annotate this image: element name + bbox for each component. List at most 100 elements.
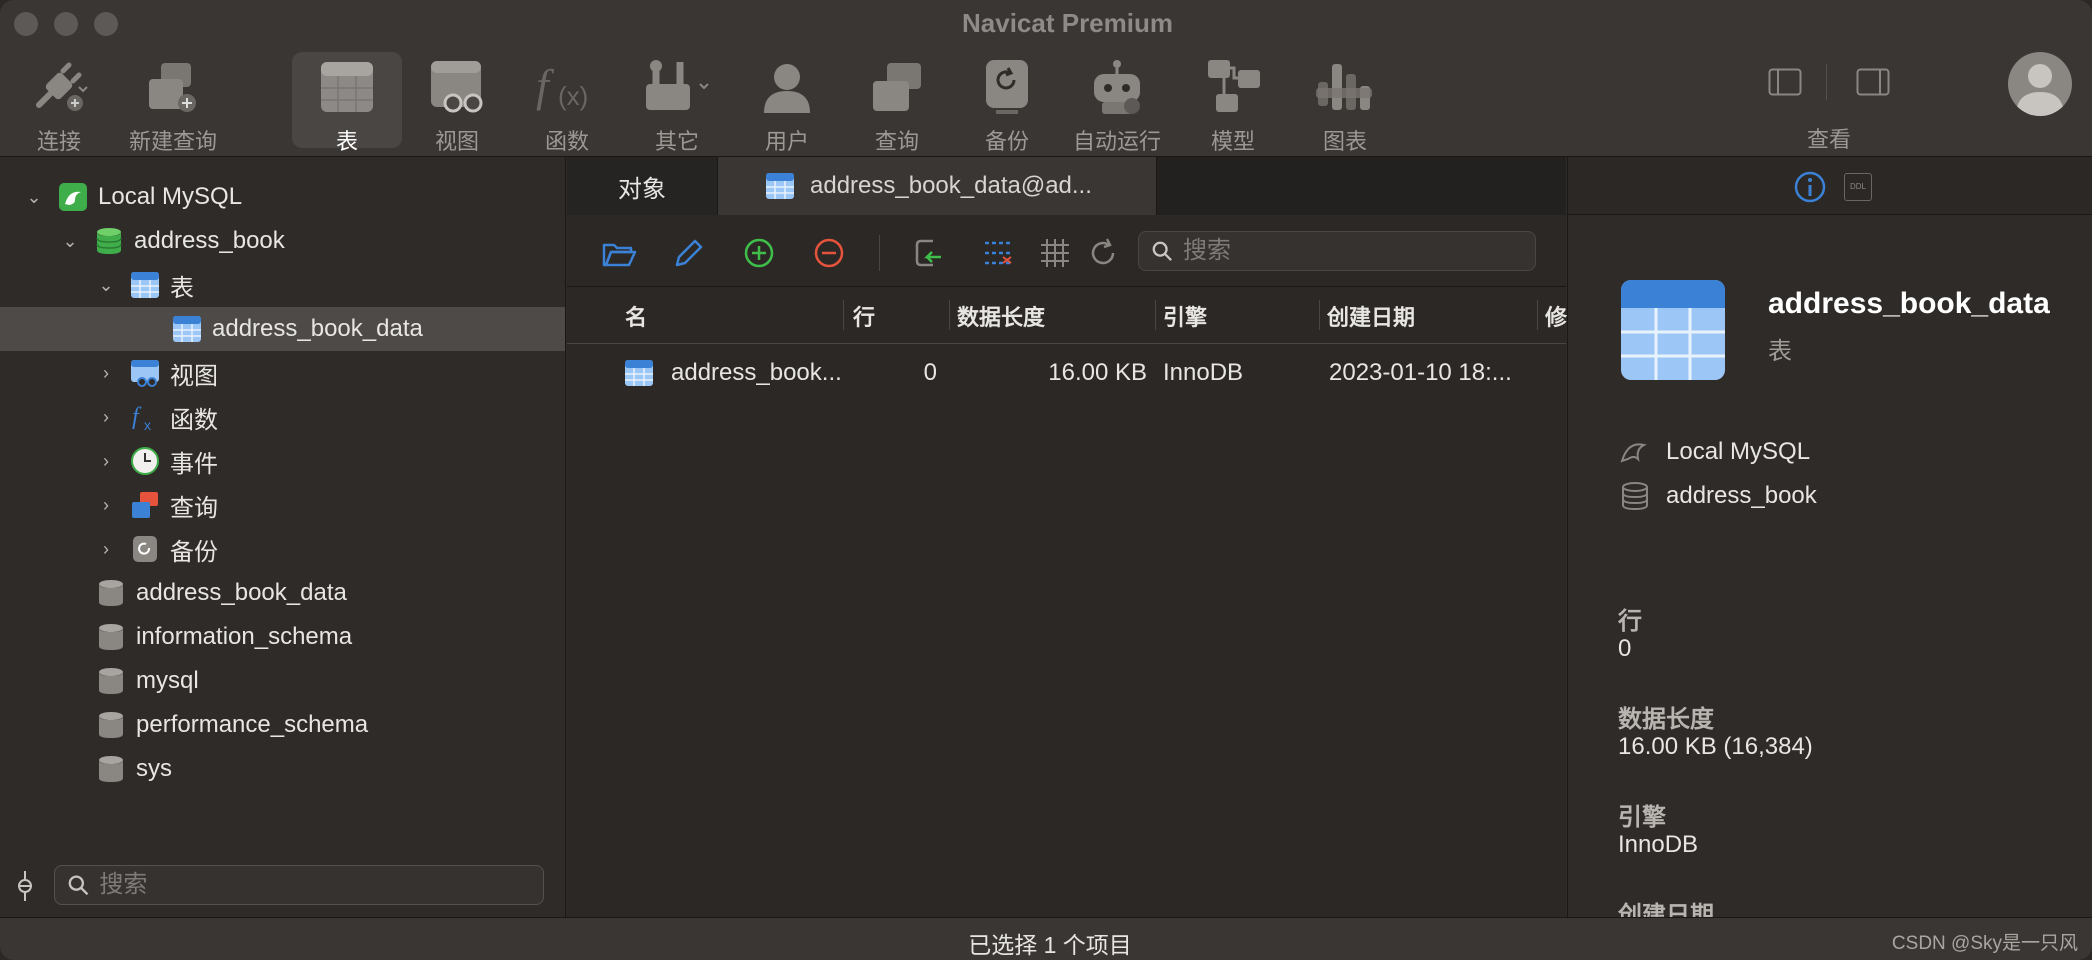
navicat-window: Navicat Premium 连接 新建查询 表 视图 f (x) 函数 其它… — [0, 0, 2092, 960]
info-rows-value: 0 — [1618, 635, 1632, 662]
info-icon[interactable] — [1794, 171, 1826, 203]
chevron-down-icon[interactable]: ⌄ — [96, 275, 116, 295]
column-separator[interactable] — [1319, 300, 1320, 330]
automation-button[interactable]: 自动运行 — [1062, 52, 1172, 156]
model-button[interactable]: 模型 — [1178, 52, 1288, 156]
query-icon — [873, 63, 921, 111]
remove-icon[interactable] — [811, 235, 847, 271]
tree-database-item[interactable]: address_book_data — [96, 571, 347, 615]
column-separator[interactable] — [949, 300, 950, 330]
table-label: 表 — [335, 129, 358, 154]
table-row[interactable]: address_book... 0 16.00 KB InnoDB 2023-0… — [567, 345, 1566, 401]
column-header-rows[interactable]: 行 — [853, 288, 875, 344]
chevron-right-icon[interactable]: › — [96, 539, 116, 559]
tree-database-label: mysql — [136, 667, 199, 694]
tab-objects[interactable]: 对象 — [567, 157, 717, 215]
toggle-right-panel-button[interactable] — [1856, 68, 1890, 101]
new-query-label: 新建查询 — [128, 129, 217, 154]
backup-button[interactable]: 备份 — [952, 52, 1062, 156]
search-icon — [68, 875, 89, 896]
robot-icon — [1094, 60, 1140, 114]
sidebar-search-input[interactable] — [99, 871, 543, 899]
mysql-dolphin-icon — [1620, 443, 1647, 463]
tree-database-item[interactable]: mysql — [96, 659, 199, 703]
object-search-field[interactable] — [1138, 231, 1536, 271]
model-label: 模型 — [1210, 129, 1255, 154]
view-label: 视图 — [434, 129, 479, 154]
backup-icon — [986, 60, 1028, 114]
tree-group-label: 备份 — [170, 538, 218, 566]
tree-group-label: 查询 — [170, 494, 218, 522]
backup-label: 备份 — [984, 129, 1029, 154]
chevron-right-icon[interactable]: › — [96, 451, 116, 471]
column-header-created[interactable]: 创建日期 — [1327, 288, 1415, 344]
database-icon — [99, 712, 123, 738]
column-separator[interactable] — [1155, 300, 1156, 330]
chart-button[interactable]: 图表 — [1290, 52, 1400, 156]
tree-events-group[interactable]: › 事件 — [96, 439, 218, 483]
tree-views-group[interactable]: › 视图 — [96, 351, 218, 395]
query-button[interactable]: 查询 — [842, 52, 952, 156]
filter-icon[interactable] — [14, 869, 36, 903]
chevron-down-icon[interactable]: ⌄ — [60, 231, 80, 251]
info-engine-value: InnoDB — [1618, 831, 1699, 858]
connection-button[interactable]: 连接 — [4, 52, 114, 156]
tree-group-label: 视图 — [170, 362, 218, 390]
tab-table[interactable]: address_book_data@ad... — [717, 157, 1157, 215]
object-search-input[interactable] — [1183, 237, 1535, 265]
other-button[interactable]: 其它 — [622, 52, 732, 156]
automation-label: 自动运行 — [1072, 129, 1161, 154]
column-separator[interactable] — [843, 300, 844, 330]
tree-database[interactable]: ⌄ address_book — [60, 219, 285, 263]
chevron-down-icon[interactable]: ⌄ — [24, 187, 44, 207]
tree-tables-group[interactable]: ⌄ 表 — [96, 263, 194, 307]
tree-database-label: information_schema — [136, 623, 353, 650]
chevron-right-icon[interactable]: › — [96, 407, 116, 427]
tree-tables-label: 表 — [170, 274, 194, 302]
chevron-right-icon[interactable]: › — [96, 363, 116, 383]
column-header-data-length[interactable]: 数据长度 — [957, 288, 1045, 344]
column-header-name[interactable]: 名 — [625, 288, 647, 344]
table-button[interactable]: 表 — [292, 52, 402, 154]
user-button[interactable]: 用户 — [732, 52, 842, 156]
column-separator[interactable] — [1537, 300, 1538, 330]
edit-pencil-icon[interactable] — [671, 235, 707, 271]
view-divider — [1826, 64, 1827, 100]
tree-functions-group[interactable]: › fx 函数 — [96, 395, 218, 439]
tree-table-item[interactable]: address_book_data — [0, 307, 565, 351]
avatar[interactable] — [2008, 52, 2072, 116]
tree-connection[interactable]: ⌄ Local MySQL — [24, 175, 242, 219]
view-button[interactable]: 视图 — [402, 52, 512, 156]
cell-data-length: 16.00 KB — [1048, 359, 1147, 386]
add-icon[interactable] — [741, 235, 777, 271]
tab-table-label: address_book_data@ad... — [810, 172, 1092, 199]
structure-icon[interactable] — [981, 235, 1017, 271]
grid-icon[interactable] — [1037, 235, 1073, 271]
toggle-left-panel-button[interactable] — [1768, 68, 1802, 101]
table-icon — [766, 173, 794, 199]
app-title: Navicat Premium — [962, 8, 1173, 38]
function-button[interactable]: f (x) 函数 — [512, 52, 622, 156]
refresh-icon[interactable] — [1085, 235, 1121, 271]
open-folder-icon[interactable] — [601, 235, 637, 271]
sidebar-search-field[interactable] — [54, 865, 544, 905]
chevron-right-icon[interactable]: › — [96, 495, 116, 515]
svg-text:f: f — [536, 60, 555, 111]
user-icon — [764, 64, 810, 113]
database-icon — [99, 624, 123, 650]
tree-database-item[interactable]: performance_schema — [96, 703, 368, 747]
tree-database-item[interactable]: sys — [96, 747, 172, 791]
column-header-modified[interactable]: 修 — [1545, 288, 1567, 344]
info-rows-label: 行 — [1618, 608, 1642, 635]
query-icon — [132, 492, 158, 518]
tree-backups-group[interactable]: › 备份 — [96, 527, 218, 571]
column-header-engine[interactable]: 引擎 — [1163, 288, 1207, 344]
tree-queries-group[interactable]: › 查询 — [96, 483, 218, 527]
ddl-button[interactable]: DDL — [1844, 173, 1872, 201]
database-green-icon — [96, 228, 122, 254]
tree-database-item[interactable]: information_schema — [96, 615, 352, 659]
info-database: address_book — [1618, 481, 1817, 511]
new-query-button[interactable]: 新建查询 — [118, 52, 228, 156]
mysql-connection-icon — [59, 183, 87, 211]
import-icon[interactable] — [911, 235, 947, 271]
